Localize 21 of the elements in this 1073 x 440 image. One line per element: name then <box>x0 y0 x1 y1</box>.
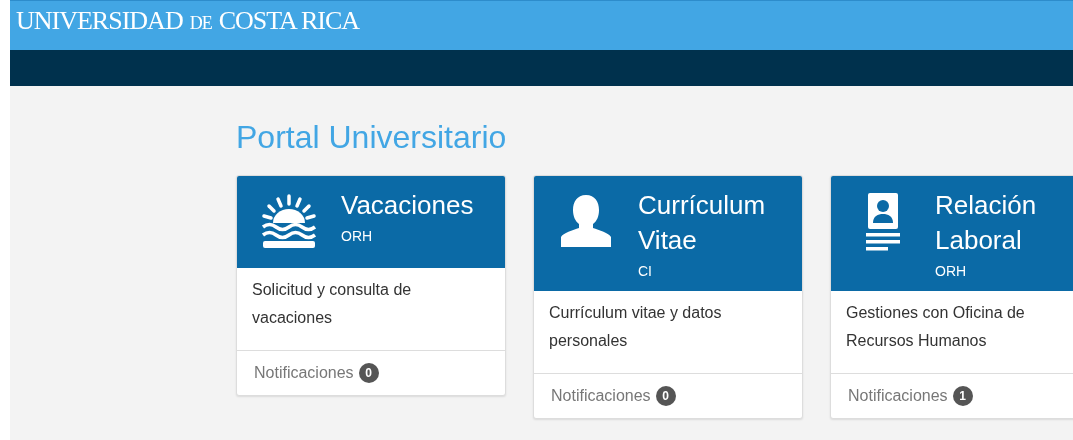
card-title[interactable]: Vitae <box>638 223 766 258</box>
card-title[interactable]: Relación <box>935 188 1037 223</box>
card-unit: ORH <box>341 228 374 244</box>
card-title[interactable]: Vacaciones <box>341 188 474 223</box>
card-title[interactable]: Currículum <box>638 188 766 223</box>
card-title[interactable]: Laboral <box>935 223 1037 258</box>
card-description: Solicitud y consulta de vacaciones <box>237 268 505 351</box>
notifications-label[interactable]: Notificaciones <box>254 364 354 382</box>
notifications-label[interactable]: Notificaciones <box>551 387 651 405</box>
sun-over-waves-icon <box>261 193 317 249</box>
card-unit: ORH <box>935 263 968 279</box>
page-title: Portal Universitario <box>235 118 508 157</box>
card-description: Gestiones con Oficina de Recursos Humanos <box>831 291 1073 374</box>
id-card-icon <box>866 193 900 253</box>
notification-count-badge: 0 <box>655 386 676 406</box>
notification-count-badge: 1 <box>952 386 973 406</box>
card-description: Currículum vitae y datos personales <box>534 291 802 374</box>
notification-count-badge: 0 <box>358 363 379 383</box>
card-unit: CI <box>638 263 653 279</box>
person-silhouette-icon <box>558 193 614 249</box>
notifications-label[interactable]: Notificaciones <box>848 387 948 405</box>
